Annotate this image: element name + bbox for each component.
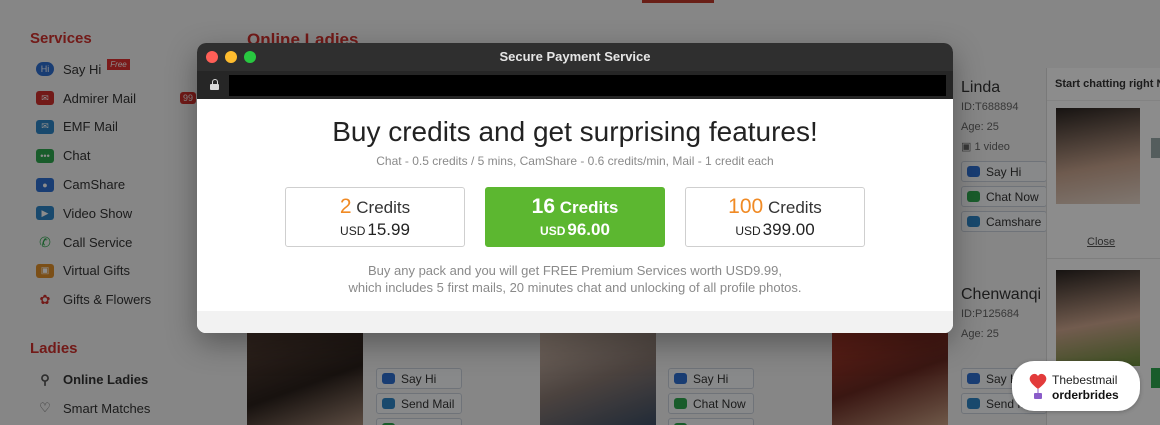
url-field[interactable]: [229, 75, 946, 96]
pack-price: USD 96.00: [486, 220, 664, 240]
premium-note-line: Buy any pack and you will get FREE Premi…: [367, 263, 782, 278]
payment-window: Secure Payment Service Buy credits and g…: [197, 43, 953, 333]
premium-note-line: which includes 5 first mails, 20 minutes…: [348, 280, 802, 295]
credit-label: Credits: [356, 198, 411, 217]
pricing-subtitle: Chat - 0.5 credits / 5 mins, CamShare - …: [376, 154, 774, 168]
lock-icon: [210, 79, 219, 90]
pack-16-credits[interactable]: 16 Credits USD 96.00: [485, 187, 665, 247]
watermark-line: orderbrides: [1052, 388, 1119, 402]
credit-label: Credits: [559, 198, 619, 217]
currency: USD: [735, 224, 761, 238]
address-bar: [197, 71, 953, 99]
pack-price: USD 15.99: [286, 220, 464, 240]
price: 96.00: [567, 220, 610, 239]
credit-label: Credits: [767, 198, 822, 217]
credit-amount: 16: [531, 195, 556, 218]
payment-content: Buy credits and get surprising features!…: [197, 99, 953, 333]
pack-price: USD 399.00: [686, 220, 864, 240]
pack-2-credits[interactable]: 2 Credits USD 15.99: [285, 187, 465, 247]
window-titlebar[interactable]: Secure Payment Service: [197, 43, 953, 71]
currency: USD: [340, 224, 366, 238]
pack-credits: 2 Credits: [286, 195, 464, 219]
heart-balloon-icon: [1029, 373, 1047, 399]
currency: USD: [540, 224, 566, 238]
pack-credits: 16 Credits: [486, 195, 664, 219]
watermark-badge: Thebestmail orderbrides: [1012, 361, 1140, 411]
pack-100-credits[interactable]: 100 Credits USD 399.00: [685, 187, 865, 247]
price: 15.99: [367, 220, 410, 239]
price: 399.00: [762, 220, 815, 239]
modal-footer: [197, 311, 953, 333]
pack-credits: 100 Credits: [686, 195, 864, 219]
watermark-line: Thebestmail: [1052, 373, 1118, 387]
premium-note: Buy any pack and you will get FREE Premi…: [197, 262, 953, 296]
headline: Buy credits and get surprising features!: [332, 116, 818, 147]
credit-amount: 100: [728, 195, 764, 218]
credit-amount: 2: [339, 195, 352, 218]
window-title: Secure Payment Service: [499, 49, 651, 64]
